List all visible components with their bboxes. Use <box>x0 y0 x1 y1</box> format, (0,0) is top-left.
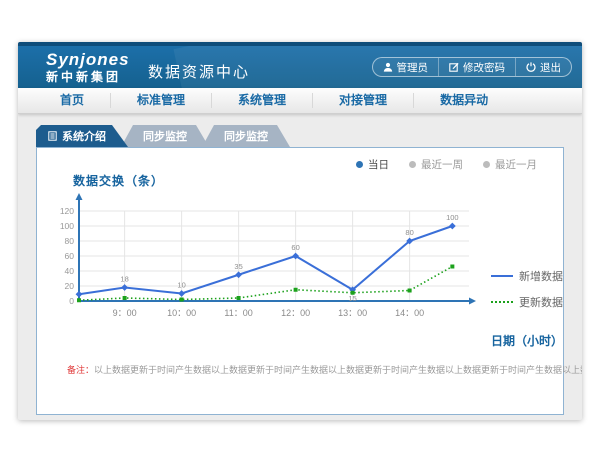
line-chart: 0 20 40 60 80 100 120 9：00 10：00 11：00 12：00 13：00 1… <box>55 186 485 338</box>
nav-item-system-mgmt[interactable]: 系统管理 <box>212 93 313 108</box>
tab-sync-monitor-2[interactable]: 同步监控 <box>202 125 290 147</box>
chart-panel: 当日 最近一周 最近一月 数据交换（条） 0 20 40 60 80 100 120 9：00… <box>36 147 564 415</box>
legend-item-updated-data: 更新数据 <box>491 294 577 310</box>
tab-sync-monitor-1[interactable]: 同步监控 <box>121 125 209 147</box>
range-option-today[interactable]: 当日 <box>356 157 389 172</box>
svg-text:80: 80 <box>65 236 75 246</box>
tab-label: 系统介绍 <box>62 128 106 144</box>
green-dotted-swatch-icon <box>491 301 513 303</box>
time-range-selector: 当日 最近一周 最近一月 <box>356 157 537 172</box>
radio-dot-icon <box>483 161 490 168</box>
svg-text:18: 18 <box>120 275 128 284</box>
x-axis-title: 日期（小时） <box>491 332 577 349</box>
person-icon <box>383 62 393 72</box>
radio-dot-icon <box>409 161 416 168</box>
page-background: Synjones 新中新集团 数据资源中心 管理员 修改密码 退出 <box>0 0 600 450</box>
svg-text:40: 40 <box>65 266 75 276</box>
svg-text:14：00: 14：00 <box>395 308 424 318</box>
logout-button[interactable]: 退出 <box>516 58 571 76</box>
blue-line-swatch-icon <box>491 275 513 277</box>
svg-text:20: 20 <box>65 281 75 291</box>
chart-right-column: 新增数据 更新数据 日期（小时） <box>491 268 577 349</box>
legend-label: 更新数据 <box>519 294 563 310</box>
admin-user-label: 管理员 <box>397 60 429 75</box>
svg-text:100: 100 <box>60 221 74 231</box>
range-option-last-month[interactable]: 最近一月 <box>483 157 537 172</box>
main-navigation: 首页 标准管理 系统管理 对接管理 数据异动 <box>18 88 582 114</box>
svg-text:120: 120 <box>60 206 74 216</box>
svg-text:15: 15 <box>348 294 356 303</box>
page-title: 数据资源中心 <box>148 61 250 82</box>
edit-icon <box>449 62 459 72</box>
tab-bar: 系统介绍 同步监控 同步监控 <box>36 125 570 147</box>
app-header: Synjones 新中新集团 数据资源中心 管理员 修改密码 退出 <box>18 42 582 88</box>
tab-system-intro[interactable]: 系统介绍 <box>36 125 128 147</box>
admin-user-button[interactable]: 管理员 <box>373 58 440 76</box>
legend-label: 新增数据 <box>519 268 563 284</box>
legend-item-new-data: 新增数据 <box>491 268 577 284</box>
logout-label: 退出 <box>540 60 561 75</box>
radio-dot-icon <box>356 161 363 168</box>
svg-text:0: 0 <box>69 296 74 306</box>
change-password-button[interactable]: 修改密码 <box>439 58 516 76</box>
svg-text:10：00: 10：00 <box>167 308 196 318</box>
footnote-text: 以上数据更新于时间产生数据以上数据更新于时间产生数据以上数据更新于时间产生数据以… <box>94 365 582 375</box>
svg-text:60: 60 <box>291 243 299 252</box>
nav-item-home[interactable]: 首页 <box>34 93 111 108</box>
tab-label: 同步监控 <box>224 128 268 144</box>
range-option-label: 当日 <box>368 157 389 172</box>
svg-text:13：00: 13：00 <box>338 308 367 318</box>
nav-item-data-change[interactable]: 数据异动 <box>414 93 514 108</box>
footnote-prefix: 备注： <box>67 365 94 375</box>
content-area: 系统介绍 同步监控 同步监控 当日 最近一周 <box>18 114 582 415</box>
user-toolbar: 管理员 修改密码 退出 <box>372 57 573 77</box>
y-axis-title: 数据交换（条） <box>73 172 164 189</box>
logo-brand-text: Synjones <box>46 49 130 70</box>
company-logo: Synjones 新中新集团 <box>46 49 130 85</box>
nav-item-standard-mgmt[interactable]: 标准管理 <box>111 93 212 108</box>
logo-company-name: 新中新集团 <box>46 70 130 85</box>
svg-text:60: 60 <box>65 251 75 261</box>
svg-text:80: 80 <box>405 228 413 237</box>
svg-text:10: 10 <box>177 281 185 290</box>
range-option-last-week[interactable]: 最近一周 <box>409 157 463 172</box>
svg-text:11：00: 11：00 <box>224 308 252 318</box>
tab-label: 同步监控 <box>143 128 187 144</box>
power-icon <box>526 62 536 72</box>
svg-text:9：00: 9：00 <box>113 308 137 318</box>
range-option-label: 最近一月 <box>495 157 537 172</box>
footnote: 备注：以上数据更新于时间产生数据以上数据更新于时间产生数据以上数据更新于时间产生… <box>67 363 563 376</box>
svg-text:12：00: 12：00 <box>281 308 310 318</box>
document-icon <box>48 131 57 141</box>
svg-text:35: 35 <box>234 262 242 271</box>
range-option-label: 最近一周 <box>421 157 463 172</box>
change-password-label: 修改密码 <box>463 60 505 75</box>
app-window: Synjones 新中新集团 数据资源中心 管理员 修改密码 退出 <box>18 42 582 420</box>
nav-item-interface-mgmt[interactable]: 对接管理 <box>313 93 414 108</box>
svg-text:100: 100 <box>446 213 459 222</box>
